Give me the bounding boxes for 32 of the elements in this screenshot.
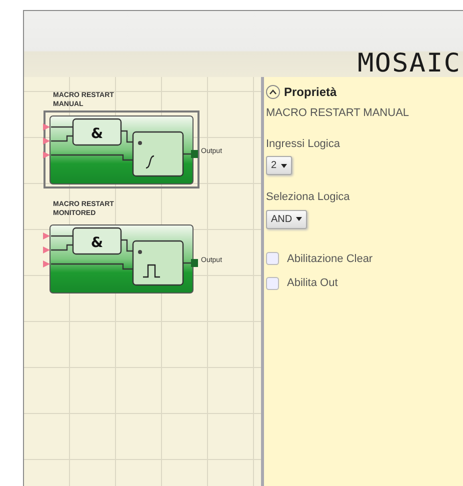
wire [51,236,73,237]
checkbox-label: Abilita Out [287,276,338,291]
dropdown[interactable]: AND [266,210,308,228]
input-dot-icon [138,141,142,146]
gate-symbol: & [90,126,104,142]
gate-symbol: & [90,235,104,252]
pulse-symbol-icon [143,264,160,278]
restart-unit [132,240,184,286]
restart-unit [132,132,184,177]
checkbox[interactable] [266,252,279,266]
field-label: Seleziona Logica [266,190,351,205]
wire [121,130,133,143]
collapse-icon[interactable] [266,85,280,99]
logic-gate [72,228,122,255]
panel-title: Proprietà [284,84,337,101]
logic-gate [72,118,122,146]
block-name: MACRO RESTART MANUAL [266,106,410,121]
wire [51,244,73,251]
checkbox[interactable] [266,276,279,290]
logo: MOSAIC [357,50,461,76]
wire [51,136,73,142]
dropdown[interactable]: 2 [266,156,292,175]
caret-icon [280,164,287,168]
edge-symbol-icon [146,156,154,169]
caret-icon [296,217,302,221]
input-dot-icon [138,250,142,254]
wire [51,126,73,128]
wire [121,240,133,252]
checkbox-label: Abilitazione Clear [287,252,373,266]
field-label: Ingressi Logica [266,136,341,152]
output-pin [191,150,198,158]
output-pin [191,259,198,268]
